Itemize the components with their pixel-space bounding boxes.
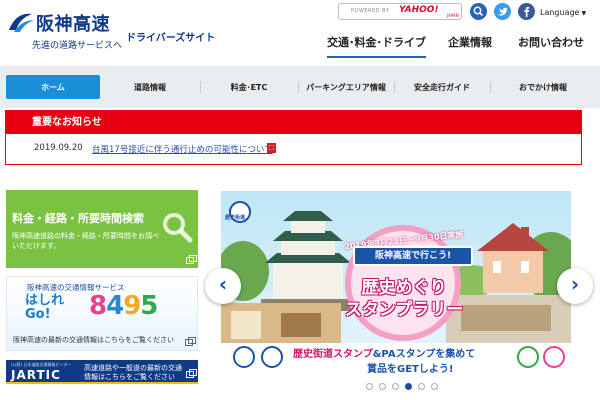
tab-road-info[interactable]: 道路情報 <box>100 75 200 99</box>
notice-heading: 重要なお知らせ <box>6 111 581 134</box>
yahoo-logo: YAHOO! <box>399 5 439 15</box>
gnav-corporate-info[interactable]: 企業情報 <box>448 34 492 50</box>
mascot-icon <box>517 346 539 368</box>
hashire-digit: 5 <box>140 291 158 321</box>
pdf-icon: ⬚ <box>267 143 276 153</box>
hero-carousel: 歴史街道 2019年3月21日～9月30日実施 阪神高速で行こう! 歴史めぐり … <box>205 183 600 400</box>
external-link-icon <box>186 255 197 264</box>
yahoo-japan-label: JAPAN <box>447 13 459 18</box>
tab-safe-driving-guide[interactable]: 安全走行ガイド <box>394 75 490 99</box>
campaign-headline: 阪神高速で行こう! <box>353 246 473 266</box>
campaign-title: 歴史めぐり スタンプラリー <box>334 265 474 329</box>
campaign-footer-text: &PAスタンプを集めて <box>372 349 476 360</box>
gnav-contact[interactable]: お問い合わせ <box>518 34 584 50</box>
twitter-icon[interactable] <box>494 3 511 20</box>
hashire-digit: 4 <box>106 291 124 321</box>
carousel-dot[interactable] <box>418 383 425 390</box>
logo-subtitle: ドライバーズサイト <box>126 33 216 44</box>
hashire-digit: 9 <box>123 291 141 321</box>
search-icon[interactable] <box>470 3 487 20</box>
hanshin-logo-icon <box>9 13 34 32</box>
carousel-slide[interactable]: 歴史街道 2019年3月21日～9月30日実施 阪神高速で行こう! 歴史めぐり … <box>221 191 571 376</box>
site-logo[interactable]: 阪神高速 ドライバーズサイト 先進の道路サービスへ <box>6 8 215 54</box>
language-selector[interactable]: Language ▼ <box>540 8 586 17</box>
fare-card-description: 阪神高速道路の料金・経路・所要時間をお調べいただけます。 <box>12 232 159 250</box>
site-header: 阪神高速 ドライバーズサイト 先進の道路サービスへ POWERED BY YAH… <box>0 0 600 66</box>
tab-parking-area[interactable]: パーキングエリア情報 <box>298 75 394 99</box>
tab-outing-info[interactable]: おでかけ情報 <box>490 75 596 99</box>
campaign-footer-highlight: 歴史街道スタンプ <box>293 349 373 360</box>
campaign-title-line2: スタンプラリー <box>344 300 464 320</box>
carousel-prev-button[interactable]: ‹ <box>205 268 241 304</box>
campaign-footer-line1: 歴史街道スタンプ&PAスタンプを集めて <box>293 345 475 360</box>
stamp-icon <box>233 346 255 368</box>
hashire-card-name: はしれGo! <box>25 293 65 322</box>
language-label: Language <box>540 8 580 17</box>
chevron-right-icon: › <box>570 272 580 296</box>
rekishi-kaido-badge-label: 歴史街道 <box>225 215 246 221</box>
notice-date: 2019.09.20 <box>34 143 83 153</box>
important-notice-panel: 重要なお知らせ 2019.09.20 台風17号接近に伴う通行止めの可能性につい… <box>5 110 582 165</box>
carousel-dot[interactable] <box>379 383 386 390</box>
carousel-dot-active[interactable] <box>405 383 412 390</box>
jartic-card-description: 高速道路や一般道の最新の交通情報はこちらをご覧ください <box>84 364 182 381</box>
carousel-pagination <box>366 383 446 393</box>
mascot-icon <box>543 346 565 368</box>
carousel-dot[interactable] <box>431 383 438 390</box>
stamp-icon <box>261 346 283 368</box>
gnav-traffic-fares-drive[interactable]: 交通･料金･ドライブ <box>327 34 426 58</box>
chevron-down-icon: ▼ <box>581 10 587 17</box>
carousel-next-button[interactable]: › <box>557 268 593 304</box>
logo-tagline: 先進の道路サービスへ <box>32 41 123 51</box>
magnifier-icon <box>163 213 193 243</box>
facebook-icon[interactable] <box>518 3 535 20</box>
chevron-left-icon: ‹ <box>218 272 228 296</box>
logo-name: 阪神高速 <box>36 14 110 35</box>
hashire-card-number: 8495 <box>89 291 158 321</box>
fare-card-title: 料金・経路・所要時間検索 <box>12 212 144 225</box>
hashire-card-description: 阪神高速の最新の交通情報はこちらをご覧ください <box>13 336 174 344</box>
tab-fares-etc[interactable]: 料金･ETC <box>200 75 298 99</box>
tab-home[interactable]: ホーム <box>6 75 100 99</box>
search-powered-label: POWERED BY <box>351 8 390 14</box>
external-link-icon <box>186 369 197 378</box>
carousel-dot[interactable] <box>392 383 399 390</box>
campaign-footer-line2: 賞品をGETしよう! <box>367 364 454 375</box>
notice-link[interactable]: 台風17号接近に伴う通行止めの可能性について <box>92 143 273 155</box>
jartic-card[interactable]: (公財) 日本道路交通情報センター JARTIC 高速道路や一般道の最新の交通情… <box>6 360 198 384</box>
notice-item: 2019.09.20 台風17号接近に伴う通行止めの可能性について ⬚ <box>6 142 581 156</box>
jartic-card-name: JARTIC <box>11 368 61 382</box>
site-search-input[interactable]: POWERED BY YAHOO! JAPAN <box>338 3 462 20</box>
fare-route-search-card[interactable]: 料金・経路・所要時間検索 阪神高速道路の料金・経路・所要時間をお調べいただけます… <box>6 190 198 268</box>
sub-navigation: ホーム 道路情報 料金･ETC パーキングエリア情報 安全走行ガイド おでかけ情… <box>0 66 600 108</box>
hashire-go-card[interactable]: 阪神高速の交通情報サービス はしれGo! 8495 阪神高速の最新の交通情報はこ… <box>6 276 198 351</box>
external-link-icon <box>185 337 196 346</box>
hashire-digit: 8 <box>89 291 107 321</box>
carousel-dot[interactable] <box>366 383 373 390</box>
